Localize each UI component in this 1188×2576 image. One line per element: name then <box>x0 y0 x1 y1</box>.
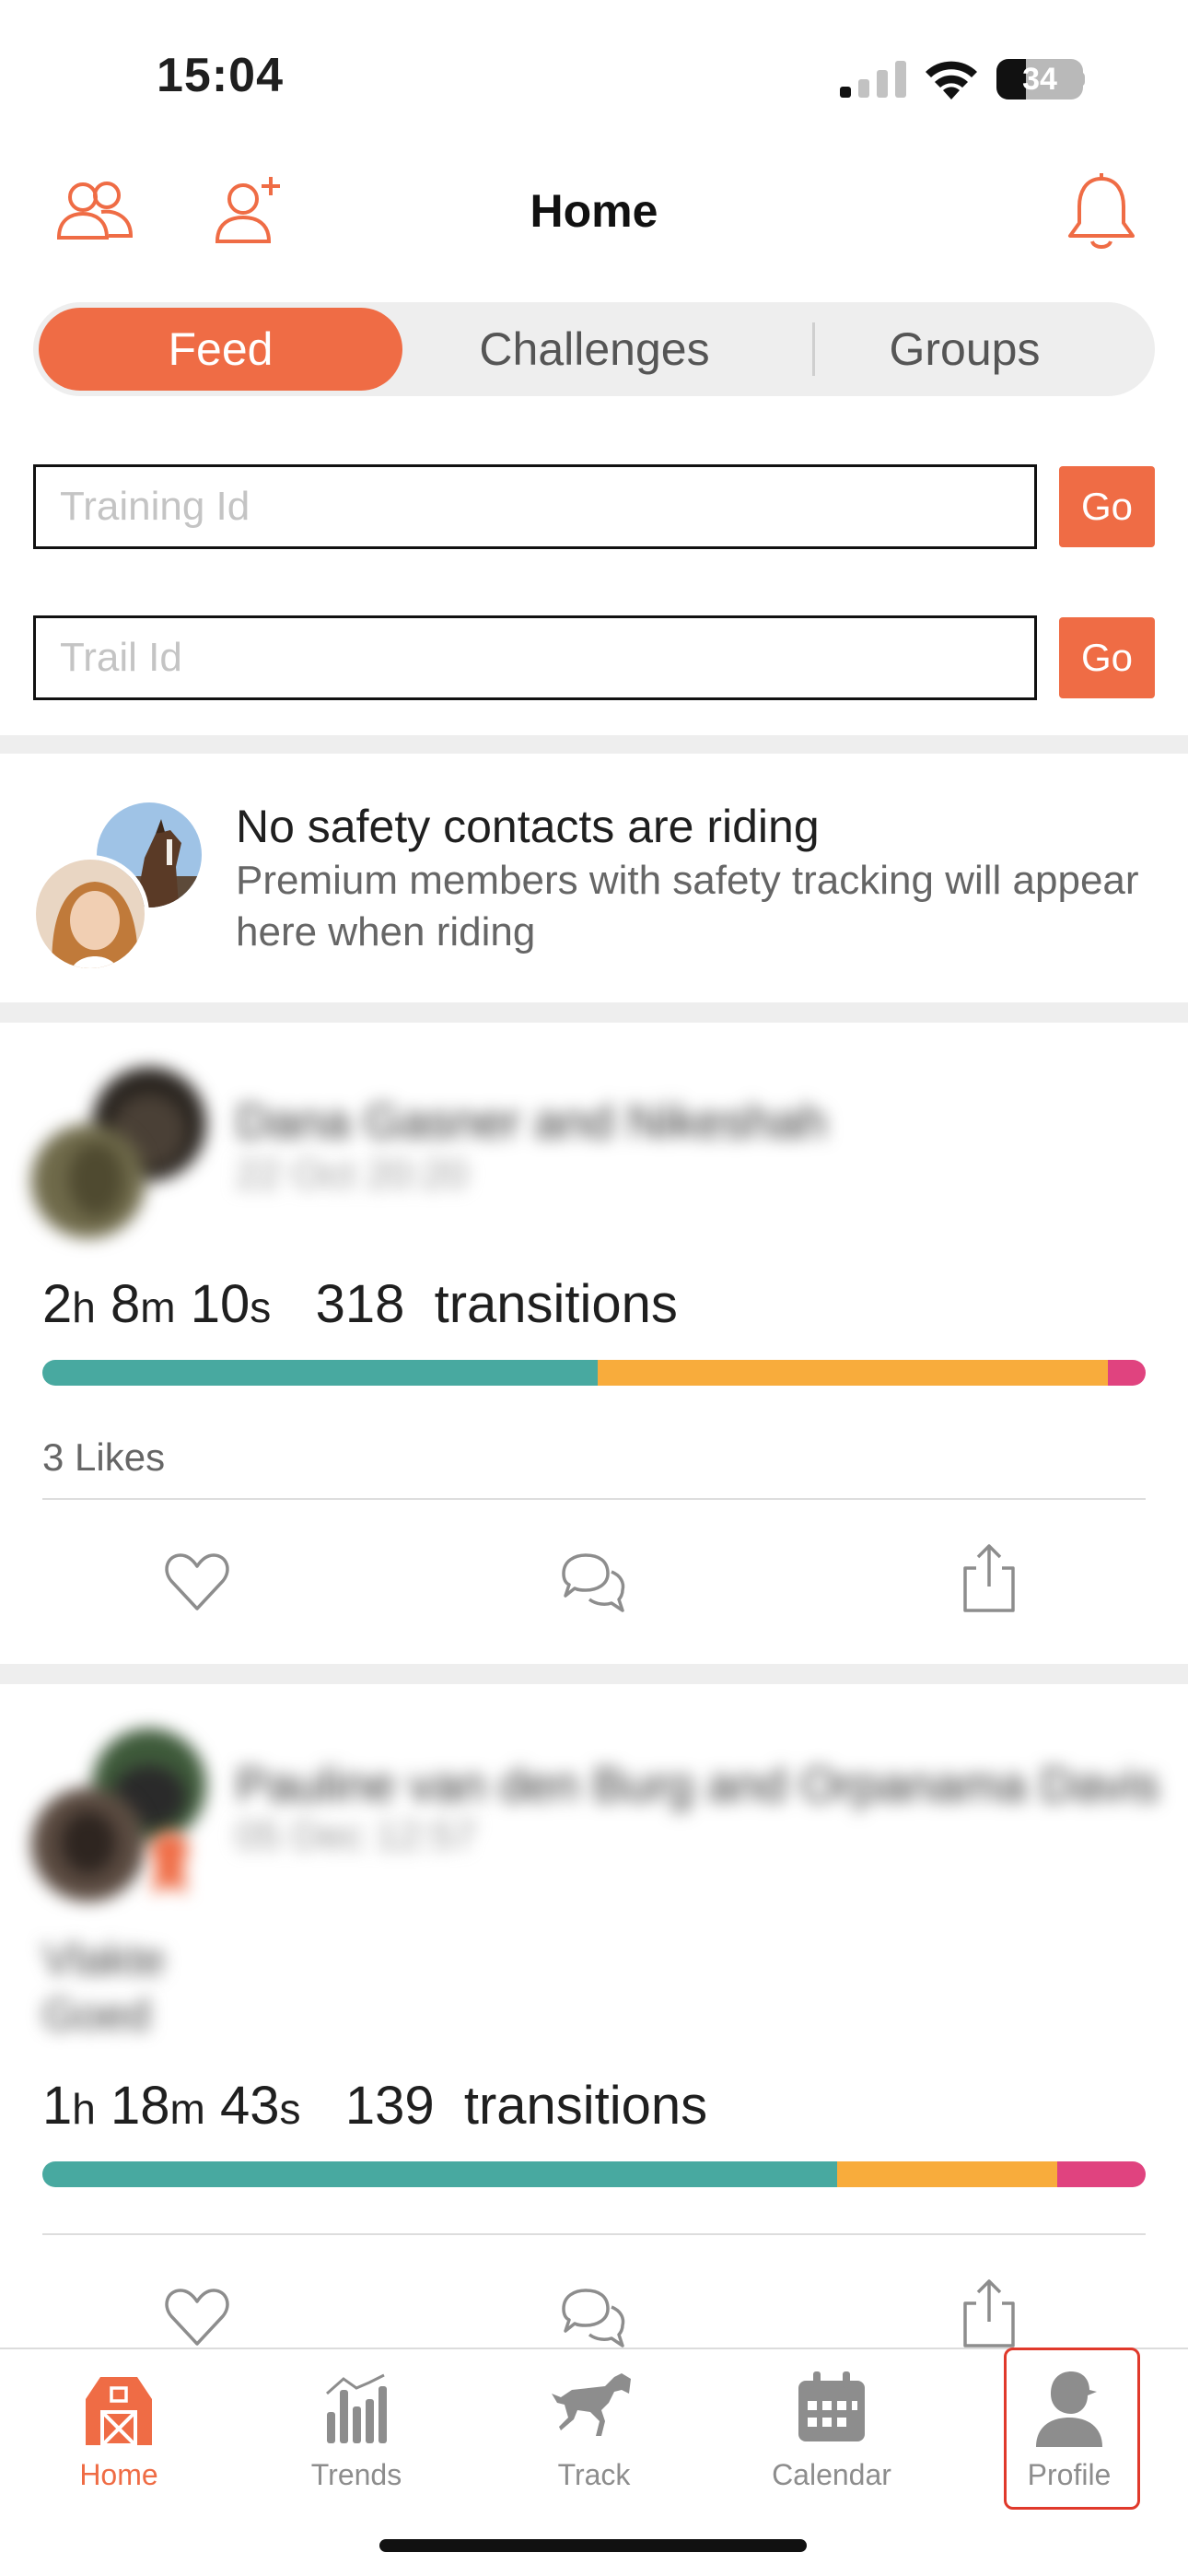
ride-comment-line: Goed <box>42 1991 151 2040</box>
nav-calendar[interactable]: Calendar <box>713 2349 950 2515</box>
feed-item-date: 05 Dec 12:57 <box>236 1813 477 1858</box>
safety-title: No safety contacts are riding <box>236 801 820 852</box>
running-horse-icon <box>552 2373 631 2436</box>
tab-feed[interactable]: Feed <box>39 308 402 391</box>
unit-hours: h <box>72 1283 96 1331</box>
gait-segment <box>1108 1360 1146 1386</box>
gait-segment <box>1057 2161 1146 2187</box>
share-icon[interactable] <box>952 1540 1026 1614</box>
nav-track-label: Track <box>557 2458 631 2491</box>
battery-tip <box>1077 72 1085 87</box>
nav-trends-label: Trends <box>310 2458 402 2491</box>
section-divider <box>0 1664 1188 1684</box>
transitions-count: 318 <box>315 1274 405 1334</box>
heart-icon[interactable] <box>160 1544 234 1618</box>
ride-stats: 1h 18m 43s 139 transitions <box>42 2075 707 2137</box>
share-icon[interactable] <box>952 2276 1026 2349</box>
calendar-icon <box>798 2371 865 2441</box>
duration-seconds: 10 <box>190 1274 250 1334</box>
unit-minutes: m <box>169 2085 205 2133</box>
duration-hours: 1 <box>42 2076 73 2136</box>
gait-distribution-bar <box>42 1360 1146 1386</box>
unit-hours: h <box>72 2085 96 2133</box>
likes-count[interactable]: 3 Likes <box>42 1435 165 1480</box>
tab-challenges[interactable]: Challenges <box>413 308 776 391</box>
safety-subtitle: Premium members with safety tracking wil… <box>236 858 1139 954</box>
heart-icon[interactable] <box>160 2279 234 2353</box>
nav-trends[interactable]: Trends <box>238 2349 475 2515</box>
trail-go-button[interactable]: Go <box>1059 617 1155 698</box>
card-divider <box>42 2233 1146 2235</box>
unit-seconds: s <box>279 2085 301 2133</box>
bell-icon[interactable] <box>1055 166 1147 258</box>
app-header: Home <box>0 138 1188 286</box>
page-title: Home <box>530 185 658 237</box>
gait-segment <box>836 2161 1058 2187</box>
tab-groups[interactable]: Groups <box>783 308 1147 391</box>
gait-segment <box>597 1360 1109 1386</box>
feed-item-name[interactable]: Dana Gasner and Nikeshah <box>236 1095 827 1150</box>
feed-item-name[interactable]: Pauline van den Burg and Orpanama Davis <box>236 1758 1159 1813</box>
gait-distribution-bar <box>42 2161 1146 2187</box>
feed-segmented-control: Feed Challenges Groups <box>33 302 1155 396</box>
transitions-label: transitions <box>463 2076 708 2136</box>
duration-minutes: 8 <box>110 1274 141 1334</box>
barn-icon <box>86 2377 152 2447</box>
feed-item-date: 22 Oct 20:20 <box>236 1152 468 1197</box>
duration-minutes: 18 <box>110 2076 170 2136</box>
section-divider <box>0 1002 1188 1023</box>
gait-segment <box>42 2161 837 2187</box>
nav-calendar-label: Calendar <box>772 2458 891 2491</box>
nav-home-label: Home <box>79 2458 158 2491</box>
award-badge-icon <box>151 1832 188 1894</box>
comment-icon[interactable] <box>556 2279 630 2353</box>
training-go-button[interactable]: Go <box>1059 466 1155 547</box>
transitions-count: 139 <box>344 2076 435 2136</box>
unit-minutes: m <box>140 1283 176 1331</box>
home-indicator[interactable] <box>379 2539 807 2552</box>
battery-level: 34 <box>1022 62 1057 97</box>
cellular-signal-icon <box>840 61 906 98</box>
rider-avatar <box>31 855 149 973</box>
card-divider <box>42 1498 1146 1500</box>
ride-stats: 2h 8m 10s 318 transitions <box>42 1273 678 1335</box>
rider-avatar[interactable] <box>31 1787 146 1902</box>
ride-comment-line: Vlakte <box>42 1936 166 1985</box>
unit-seconds: s <box>250 1283 272 1331</box>
transitions-label: transitions <box>434 1274 678 1334</box>
duration-seconds: 43 <box>219 2076 280 2136</box>
section-divider <box>0 735 1188 754</box>
status-bar: 15:04 34 <box>0 0 1188 138</box>
duration-hours: 2 <box>42 1274 73 1334</box>
trail-id-input[interactable] <box>33 615 1037 700</box>
rider-avatar[interactable] <box>31 1124 146 1238</box>
battery-icon: 34 <box>996 59 1083 100</box>
nav-track[interactable]: Track <box>475 2349 713 2515</box>
trends-chart-icon <box>326 2373 387 2443</box>
nav-home[interactable]: Home <box>0 2349 238 2515</box>
gait-segment <box>42 1360 598 1386</box>
comment-icon[interactable] <box>556 1544 630 1618</box>
profile-tab-highlight <box>1004 2348 1140 2510</box>
training-id-input[interactable] <box>33 464 1037 549</box>
wifi-icon <box>926 61 977 100</box>
status-time: 15:04 <box>157 49 284 102</box>
